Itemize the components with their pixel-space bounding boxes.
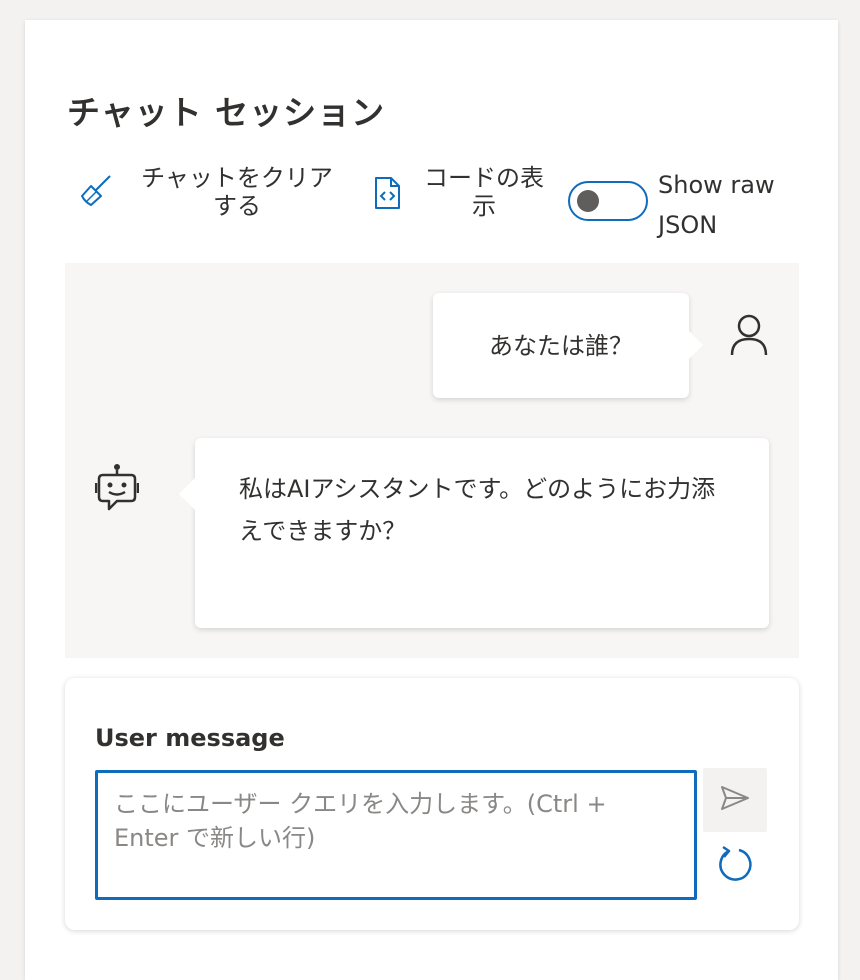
user-message-label: User message (95, 724, 285, 752)
refresh-icon (715, 845, 755, 888)
code-file-icon (372, 176, 402, 210)
bot-icon (94, 463, 140, 515)
clear-chat-label: チャットをクリアする (141, 164, 333, 220)
view-code-label: コードの表示 (424, 164, 544, 220)
raw-json-toggle-group: Show raw JSON (568, 165, 798, 245)
broom-icon (79, 174, 113, 208)
user-message-bubble: あなたは誰？ (433, 293, 703, 398)
composer-card: User message (65, 678, 799, 930)
chat-session-panel: チャット セッション チャットをクリアする コードの表示 Show raw JS… (25, 20, 838, 980)
clear-chat-button[interactable]: チャットをクリアする (73, 160, 343, 230)
send-icon (720, 784, 750, 816)
person-icon (729, 313, 769, 357)
user-message-input[interactable] (95, 770, 697, 900)
assistant-message-text: 私はAIアシスタントです。どのようにお力添えできますか？ (239, 475, 716, 545)
toggle-knob (577, 190, 599, 212)
user-message-text: あなたは誰？ (489, 331, 633, 360)
view-code-button[interactable]: コードの表示 (370, 160, 550, 230)
page-title: チャット セッション (67, 93, 386, 132)
assistant-message-bubble: 私はAIアシスタントです。どのようにお力添えできますか？ (179, 438, 769, 628)
chat-transcript: あなたは誰？ 私はAIアシスタントです。どのようにお力添えできますか？ (65, 263, 799, 658)
reset-button[interactable] (715, 844, 755, 884)
send-button[interactable] (703, 768, 767, 832)
raw-json-label: Show raw JSON (658, 171, 775, 239)
raw-json-toggle[interactable] (568, 181, 648, 221)
